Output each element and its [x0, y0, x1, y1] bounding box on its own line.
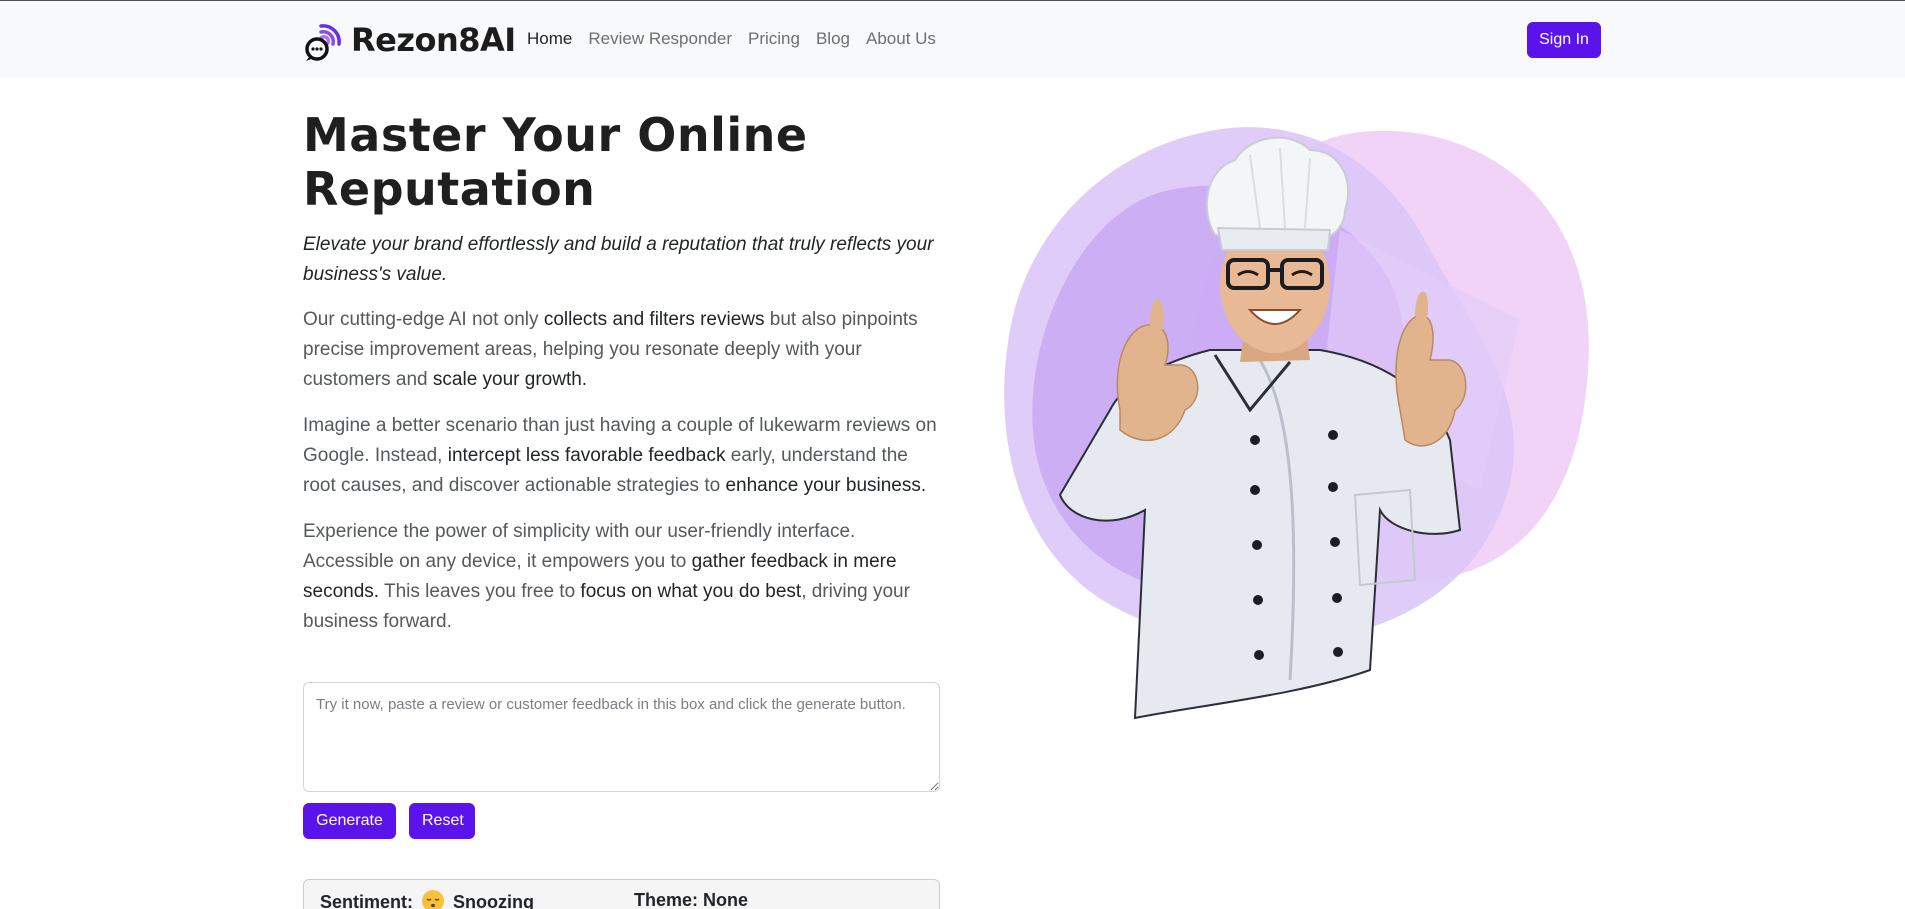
p2-highlight-b: intercept less favorable feedback [447, 445, 726, 466]
p2-highlight-d: enhance your business. [725, 475, 927, 496]
page-title: Master Your Online Reputation [303, 108, 863, 216]
p3-highlight-d: focus on what you do best [580, 581, 802, 602]
hero-subtitle: Elevate your brand effortlessly and buil… [303, 234, 934, 285]
p1-text-a: Our cutting-edge AI not only [303, 309, 544, 330]
p3-text-c: This leaves you free to [379, 581, 581, 602]
chef-thumbs-up-illustration [1004, 127, 1589, 720]
page-title-line-2: Reputation [303, 162, 596, 216]
main-nav: Home Review Responder Pricing Blog About… [527, 29, 952, 49]
sign-in-button[interactable]: Sign In [1527, 22, 1601, 58]
rezon8ai-logo-icon [305, 24, 341, 61]
p1-highlight-b: collects and filters reviews [543, 309, 765, 330]
intro-paragraph-3: Experience the power of simplicity with … [303, 517, 943, 637]
brand[interactable]: Rezon8AI [303, 18, 516, 62]
generate-button[interactable]: Generate [303, 803, 396, 839]
sentiment-label: Sentiment: [320, 892, 414, 909]
reset-button[interactable]: Reset [409, 803, 475, 839]
nav-home[interactable]: Home [527, 29, 572, 49]
analysis-result-card: Sentiment: Snoozing Theme: None [303, 879, 940, 909]
nav-review-responder[interactable]: Review Responder [588, 29, 732, 49]
p1-highlight-d: scale your growth. [432, 369, 588, 390]
sleeping-face-emoji-icon [422, 890, 445, 909]
brand-name: Rezon8AI [351, 21, 516, 59]
sentiment-result: Sentiment: Snoozing [320, 890, 534, 909]
page-title-line-1: Master Your Online [303, 108, 808, 162]
navbar: Rezon8AI Home Review Responder Pricing B… [0, 0, 1905, 78]
sentiment-value: Snoozing [453, 892, 535, 909]
theme-label: Theme: [634, 890, 699, 909]
nav-about-us[interactable]: About Us [866, 29, 936, 49]
theme-value: None [703, 890, 749, 909]
intro-paragraph-1: Our cutting-edge AI not only collects an… [303, 305, 943, 395]
nav-blog[interactable]: Blog [816, 29, 850, 49]
review-input[interactable] [303, 682, 940, 792]
intro-paragraph-2: Imagine a better scenario than just havi… [303, 411, 943, 501]
nav-pricing[interactable]: Pricing [748, 29, 800, 49]
theme-result: Theme: None [634, 890, 748, 909]
